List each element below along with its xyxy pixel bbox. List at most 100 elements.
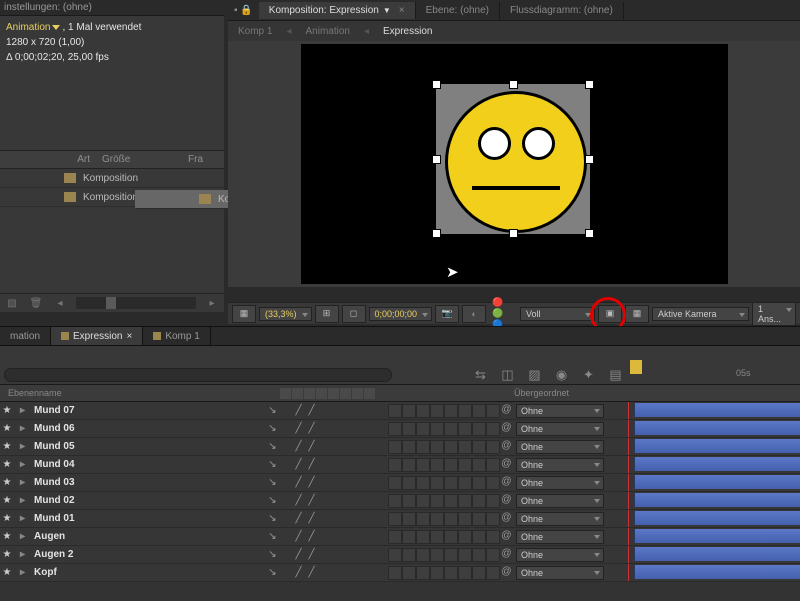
fx-switch[interactable] (279, 566, 292, 579)
mode-box[interactable] (458, 458, 472, 472)
selected-layer[interactable] (436, 84, 590, 234)
grid-button[interactable]: ⊞ (315, 305, 339, 323)
mode-box[interactable] (486, 440, 500, 454)
mode-box[interactable] (388, 476, 402, 490)
lock-switch[interactable]: ╱ (305, 494, 318, 507)
twirl-icon[interactable]: ▸ (20, 549, 28, 560)
mode-box[interactable] (430, 548, 444, 562)
mode-box[interactable] (402, 494, 416, 508)
snapshot-button[interactable]: 📷 (435, 305, 459, 323)
col-size[interactable]: Größe (96, 154, 182, 165)
switch-header-icon[interactable] (280, 388, 291, 399)
search-input[interactable] (4, 368, 392, 382)
layer-row[interactable]: ★▸Mund 01↘╱╱@Ohne (0, 510, 800, 528)
layer-clip[interactable] (634, 511, 800, 525)
dropdown-icon[interactable] (52, 25, 60, 30)
parent-dropdown[interactable]: Ohne (516, 404, 604, 418)
scrollbar[interactable] (76, 297, 196, 309)
twirl-icon[interactable]: ▸ (20, 567, 28, 578)
brainstorm-icon[interactable]: ✦ (580, 366, 597, 383)
mode-box[interactable] (402, 548, 416, 562)
channel-button[interactable]: ◐ (462, 305, 486, 323)
mode-box[interactable] (458, 494, 472, 508)
mode-box[interactable] (486, 548, 500, 562)
handle[interactable] (585, 229, 594, 238)
fx-switch[interactable] (279, 548, 292, 561)
layer-clip[interactable] (634, 421, 800, 435)
handle[interactable] (509, 229, 518, 238)
visibility-icon[interactable]: ★ (0, 459, 14, 470)
mode-box[interactable] (416, 422, 430, 436)
mode-box[interactable] (486, 530, 500, 544)
solo-switch[interactable]: ╱ (292, 494, 305, 507)
fx-switch[interactable] (279, 422, 292, 435)
twirl-icon[interactable]: ▸ (20, 405, 28, 416)
switch-header-icon[interactable] (292, 388, 303, 399)
camera-dropdown[interactable]: Aktive Kamera (652, 307, 749, 321)
twirl-icon[interactable]: ▸ (20, 477, 28, 488)
mode-box[interactable] (388, 512, 402, 526)
bpc-icon[interactable]: ▧ (4, 296, 20, 310)
layer-clip[interactable] (634, 457, 800, 471)
mode-box[interactable] (458, 566, 472, 580)
shy-switch[interactable]: ↘ (266, 404, 279, 417)
mode-box[interactable] (430, 440, 444, 454)
frame-blend-icon[interactable]: ▨ (526, 366, 543, 383)
switch-header-icon[interactable] (364, 388, 375, 399)
layer-bar-area[interactable] (624, 402, 800, 419)
twirl-icon[interactable]: ▸ (20, 531, 28, 542)
mode-box[interactable] (388, 566, 402, 580)
mode-box[interactable] (472, 548, 486, 562)
handle[interactable] (432, 80, 441, 89)
mode-box[interactable] (402, 404, 416, 418)
twirl-icon[interactable]: ▸ (20, 441, 28, 452)
mode-box[interactable] (472, 458, 486, 472)
mode-box[interactable] (402, 476, 416, 490)
pickwhip-icon[interactable]: @ (500, 566, 513, 579)
pickwhip-icon[interactable]: @ (500, 440, 513, 453)
mode-box[interactable] (416, 494, 430, 508)
mode-box[interactable] (416, 440, 430, 454)
solo-switch[interactable]: ╱ (292, 548, 305, 561)
handle[interactable] (585, 80, 594, 89)
lock-switch[interactable]: ╱ (305, 476, 318, 489)
lock-icon[interactable]: ▪ 🔒 (228, 5, 259, 16)
col-layername[interactable]: Ebenenname (0, 388, 276, 398)
visibility-icon[interactable]: ★ (0, 405, 14, 416)
col-art[interactable]: Art (0, 154, 96, 165)
mode-box[interactable] (486, 494, 500, 508)
views-dropdown[interactable]: 1 Ans... (752, 302, 796, 326)
tab-ebene[interactable]: Ebene: (ohne) (416, 2, 500, 19)
canvas[interactable] (301, 44, 728, 284)
mode-box[interactable] (388, 404, 402, 418)
mode-box[interactable] (444, 512, 458, 526)
playhead[interactable] (630, 360, 642, 374)
layer-row[interactable]: ★▸Augen 2↘╱╱@Ohne (0, 546, 800, 564)
shy-switch[interactable]: ↘ (266, 494, 279, 507)
trash-icon[interactable]: 🗑 (28, 296, 44, 310)
layer-bar-area[interactable] (624, 510, 800, 527)
mode-box[interactable] (458, 422, 472, 436)
parent-dropdown[interactable]: Ohne (516, 530, 604, 544)
mode-box[interactable] (472, 512, 486, 526)
mode-box[interactable] (486, 566, 500, 580)
resolution-dropdown[interactable]: Voll (520, 307, 595, 321)
mode-box[interactable] (416, 512, 430, 526)
tab-komp1[interactable]: Komp 1 (143, 327, 210, 345)
zoom-dropdown[interactable]: (33,3%) (259, 307, 312, 321)
layer-bar-area[interactable] (624, 420, 800, 437)
mode-box[interactable] (416, 530, 430, 544)
layer-bar-area[interactable] (624, 546, 800, 563)
visibility-icon[interactable]: ★ (0, 549, 14, 560)
mode-box[interactable] (402, 458, 416, 472)
twirl-icon[interactable]: ▸ (20, 495, 28, 506)
lock-switch[interactable]: ╱ (305, 512, 318, 525)
parent-dropdown[interactable]: Ohne (516, 458, 604, 472)
solo-switch[interactable]: ╱ (292, 530, 305, 543)
transparency-button[interactable]: ▦ (625, 305, 649, 323)
layer-clip[interactable] (634, 565, 800, 579)
mode-box[interactable] (458, 404, 472, 418)
solo-switch[interactable]: ╱ (292, 440, 305, 453)
parent-dropdown[interactable]: Ohne (516, 440, 604, 454)
mode-box[interactable] (430, 494, 444, 508)
